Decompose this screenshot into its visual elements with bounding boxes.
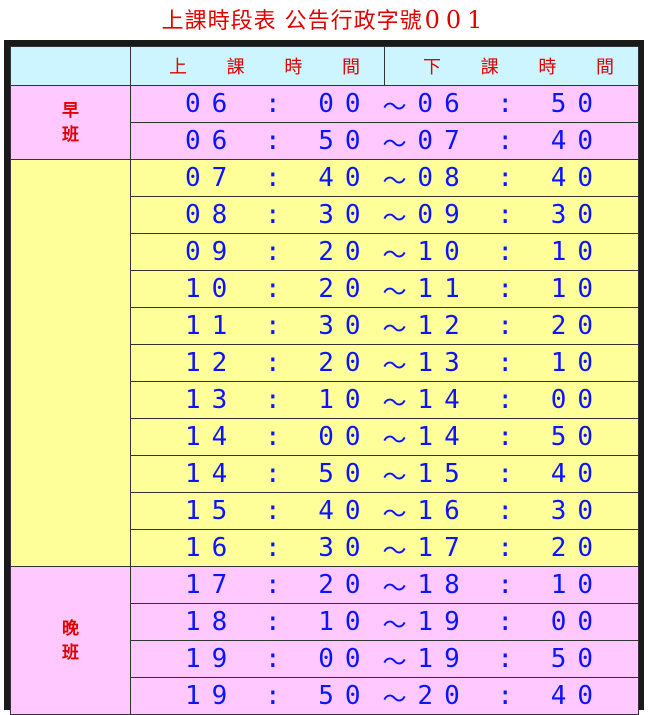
end-time: 11 : 10 [417,274,604,304]
time-range-cell: 13 : 10 ～ 14 : 00 [130,381,639,419]
end-time: 19 : 50 [417,644,604,674]
start-time: 08 : 30 [185,200,372,230]
table-row: 早班 06 : 00 ～ 06 : 50 [10,85,639,160]
header-end-char: 下 [423,57,441,78]
header-start-time: 上課時間 [130,46,385,86]
end-time: 19 : 00 [417,607,604,637]
shift-label: 早班 [62,100,79,145]
range-separator: ～ [382,351,407,380]
range-separator: ～ [382,573,407,602]
range-separator: ～ [382,388,407,417]
range-separator: ～ [382,314,407,343]
range-separator: ～ [382,425,407,454]
schedule-table: 上課時間 下課時間 早班 06 : 00 ～ 06 : 50 06 : 50 ～ 07 : … [10,46,639,715]
time-range-cell: 11 : 30 ～ 12 : 20 [130,307,639,345]
title-text: 上課時段表 公告行政字號 [161,9,423,34]
end-time: 14 : 00 [417,385,604,415]
end-time: 10 : 10 [417,237,604,267]
range-separator: ～ [382,166,407,195]
header-end-time: 下課時間 [384,46,639,86]
table-row: 晚班 17 : 20 ～ 18 : 10 [10,566,639,715]
end-time: 14 : 50 [417,422,604,452]
schedule-frame: 上課時間 下課時間 早班 06 : 00 ～ 06 : 50 06 : 50 ～ 07 : … [4,40,644,715]
page-title: 上課時段表 公告行政字號001 [0,4,650,36]
header-row: 上課時間 下課時間 [10,46,639,86]
start-time: 06 : 00 [185,89,372,119]
range-separator: ～ [382,647,407,676]
header-start-char: 時 [284,57,303,78]
end-time: 07 : 40 [417,126,604,156]
range-separator: ～ [382,462,407,491]
end-time: 08 : 40 [417,163,604,193]
time-range-cell: 15 : 40 ～ 16 : 30 [130,492,639,530]
end-time: 16 : 30 [417,496,604,526]
time-range-cell: 09 : 20 ～ 10 : 10 [130,233,639,271]
end-time: 06 : 50 [417,89,604,119]
time-range-cell: 17 : 20 ～ 18 : 10 [130,566,639,604]
start-time: 12 : 20 [185,348,372,378]
time-range-cell: 10 : 20 ～ 11 : 10 [130,270,639,308]
range-separator: ～ [382,277,407,306]
start-time: 14 : 00 [185,422,372,452]
range-separator: ～ [382,499,407,528]
time-range-cell: 14 : 00 ～ 14 : 50 [130,418,639,456]
time-range-cell: 16 : 30 ～ 17 : 20 [130,529,639,567]
start-time: 10 : 20 [185,274,372,304]
time-range-cell: 14 : 50 ～ 15 : 40 [130,455,639,493]
shift-label-cell: 晚班 [10,566,131,715]
end-time: 13 : 10 [417,348,604,378]
end-time: 12 : 20 [417,311,604,341]
time-range-cell: 19 : 00 ～ 19 : 50 [130,640,639,678]
header-start-char: 間 [341,57,360,78]
range-separator: ～ [382,129,407,158]
shift-label-cell [10,159,131,567]
start-time: 13 : 10 [185,385,372,415]
range-separator: ～ [382,240,407,269]
start-time: 15 : 40 [185,496,372,526]
time-range-cell: 18 : 10 ～ 19 : 00 [130,603,639,641]
start-time: 14 : 50 [185,459,372,489]
table-row: 07 : 40 ～ 08 : 40 [10,159,639,567]
time-range-cell: 19 : 50 ～ 20 : 40 [130,677,639,715]
header-end-char: 間 [595,57,614,78]
range-separator: ～ [382,684,407,713]
time-range-cell: 06 : 00 ～ 06 : 50 [130,85,639,123]
header-start-char: 上 [169,57,187,78]
shift-label: 晚班 [62,618,79,663]
range-separator: ～ [382,203,407,232]
shift-label-cell: 早班 [10,85,131,160]
time-range-cell: 07 : 40 ～ 08 : 40 [130,159,639,197]
start-time: 17 : 20 [185,570,372,600]
title-number: 001 [424,6,489,34]
end-time: 17 : 20 [417,533,604,563]
start-time: 18 : 10 [185,607,372,637]
start-time: 19 : 50 [185,681,372,711]
range-separator: ～ [382,92,407,121]
header-blank-cell [10,46,131,86]
end-time: 09 : 30 [417,200,604,230]
start-time: 09 : 20 [185,237,372,267]
end-time: 15 : 40 [417,459,604,489]
header-end-char: 課 [480,57,499,78]
start-time: 16 : 30 [185,533,372,563]
range-separator: ～ [382,610,407,639]
start-time: 11 : 30 [185,311,372,341]
range-separator: ～ [382,536,407,565]
header-start-char: 課 [226,57,245,78]
end-time: 20 : 40 [417,681,604,711]
start-time: 07 : 40 [185,163,372,193]
time-range-cell: 12 : 20 ～ 13 : 10 [130,344,639,382]
end-time: 18 : 10 [417,570,604,600]
start-time: 19 : 00 [185,644,372,674]
time-range-cell: 06 : 50 ～ 07 : 40 [130,122,639,160]
start-time: 06 : 50 [185,126,372,156]
time-range-cell: 08 : 30 ～ 09 : 30 [130,196,639,234]
header-end-char: 時 [538,57,557,78]
